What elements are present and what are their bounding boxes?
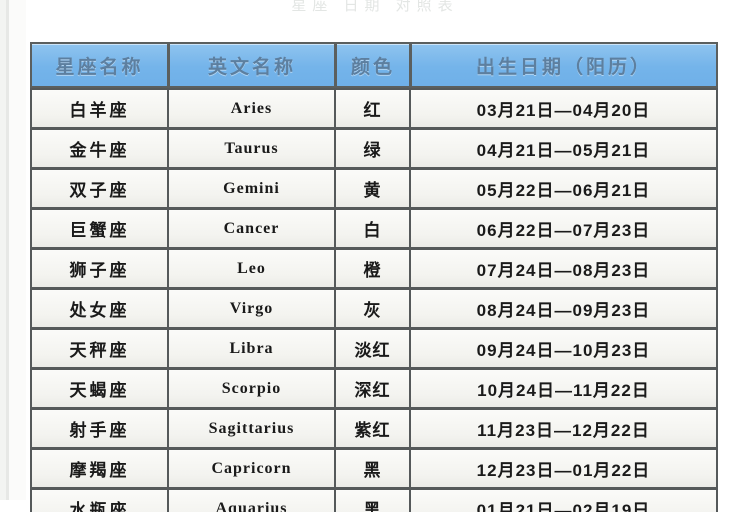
cell-birth-date: 09月24日—10月23日 <box>410 328 718 368</box>
cell-en-name: Aquarius <box>168 488 335 512</box>
cell-color: 黄 <box>335 168 410 208</box>
cell-en-name: Capricorn <box>168 448 335 488</box>
column-header-cn-name: 星座名称 <box>30 42 168 88</box>
cell-color: 绿 <box>335 128 410 168</box>
cell-en-name: Aries <box>168 88 335 128</box>
cell-cn-name: 巨蟹座 <box>30 208 168 248</box>
table-row: 白羊座 Aries 红 03月21日—04月20日 <box>30 88 718 128</box>
cell-cn-name: 白羊座 <box>30 88 168 128</box>
cell-birth-date: 07月24日—08月23日 <box>410 248 718 288</box>
table-row: 处女座 Virgo 灰 08月24日—09月23日 <box>30 288 718 328</box>
cell-cn-name: 射手座 <box>30 408 168 448</box>
cell-color: 深红 <box>335 368 410 408</box>
table-row: 天秤座 Libra 淡红 09月24日—10月23日 <box>30 328 718 368</box>
cell-en-name: Sagittarius <box>168 408 335 448</box>
cell-birth-date: 10月24日—11月22日 <box>410 368 718 408</box>
cell-en-name: Virgo <box>168 288 335 328</box>
table-row: 水瓶座 Aquarius 黑 01月21日—02月19日 <box>30 488 718 512</box>
cell-cn-name: 摩羯座 <box>30 448 168 488</box>
cell-en-name: Leo <box>168 248 335 288</box>
cell-color: 淡红 <box>335 328 410 368</box>
table-row: 天蝎座 Scorpio 深红 10月24日—11月22日 <box>30 368 718 408</box>
cell-cn-name: 天秤座 <box>30 328 168 368</box>
cell-color: 黑 <box>335 488 410 512</box>
cell-birth-date: 08月24日—09月23日 <box>410 288 718 328</box>
cell-birth-date: 06月22日—07月23日 <box>410 208 718 248</box>
cell-birth-date: 12月23日—01月22日 <box>410 448 718 488</box>
column-header-en-name: 英文名称 <box>168 42 335 88</box>
cell-cn-name: 双子座 <box>30 168 168 208</box>
table-row: 巨蟹座 Cancer 白 06月22日—07月23日 <box>30 208 718 248</box>
table-row: 摩羯座 Capricorn 黑 12月23日—01月22日 <box>30 448 718 488</box>
column-header-color: 颜色 <box>335 42 410 88</box>
table-header: 星座名称 英文名称 颜色 出生日期（阳历） <box>30 42 718 88</box>
cell-en-name: Gemini <box>168 168 335 208</box>
column-header-birth-date: 出生日期（阳历） <box>410 42 718 88</box>
cell-color: 红 <box>335 88 410 128</box>
cell-en-name: Scorpio <box>168 368 335 408</box>
cell-en-name: Taurus <box>168 128 335 168</box>
cell-birth-date: 01月21日—02月19日 <box>410 488 718 512</box>
cell-color: 白 <box>335 208 410 248</box>
table-row: 狮子座 Leo 橙 07月24日—08月23日 <box>30 248 718 288</box>
cell-birth-date: 04月21日—05月21日 <box>410 128 718 168</box>
table-row: 双子座 Gemini 黄 05月22日—06月21日 <box>30 168 718 208</box>
cell-birth-date: 03月21日—04月20日 <box>410 88 718 128</box>
table-row: 射手座 Sagittarius 紫红 11月23日—12月22日 <box>30 408 718 448</box>
table-body: 白羊座 Aries 红 03月21日—04月20日 金牛座 Taurus 绿 04月21日—0… <box>30 88 718 512</box>
cropped-title-remnant: 星座 日期 对照表 <box>291 0 459 14</box>
cell-cn-name: 金牛座 <box>30 128 168 168</box>
cell-cn-name: 水瓶座 <box>30 488 168 512</box>
table-row: 金牛座 Taurus 绿 04月21日—05月21日 <box>30 128 718 168</box>
cell-birth-date: 05月22日—06月21日 <box>410 168 718 208</box>
cell-color: 黑 <box>335 448 410 488</box>
cell-en-name: Cancer <box>168 208 335 248</box>
zodiac-table-container: 星座名称 英文名称 颜色 出生日期（阳历） 白羊座 Aries 红 03月21日—04… <box>30 42 718 512</box>
table-header-row: 星座名称 英文名称 颜色 出生日期（阳历） <box>30 42 718 88</box>
cell-cn-name: 狮子座 <box>30 248 168 288</box>
cell-birth-date: 11月23日—12月22日 <box>410 408 718 448</box>
cell-cn-name: 处女座 <box>30 288 168 328</box>
zodiac-table: 星座名称 英文名称 颜色 出生日期（阳历） 白羊座 Aries 红 03月21日—04… <box>30 42 718 512</box>
cell-color: 橙 <box>335 248 410 288</box>
cell-color: 紫红 <box>335 408 410 448</box>
cell-color: 灰 <box>335 288 410 328</box>
cell-cn-name: 天蝎座 <box>30 368 168 408</box>
cell-en-name: Libra <box>168 328 335 368</box>
